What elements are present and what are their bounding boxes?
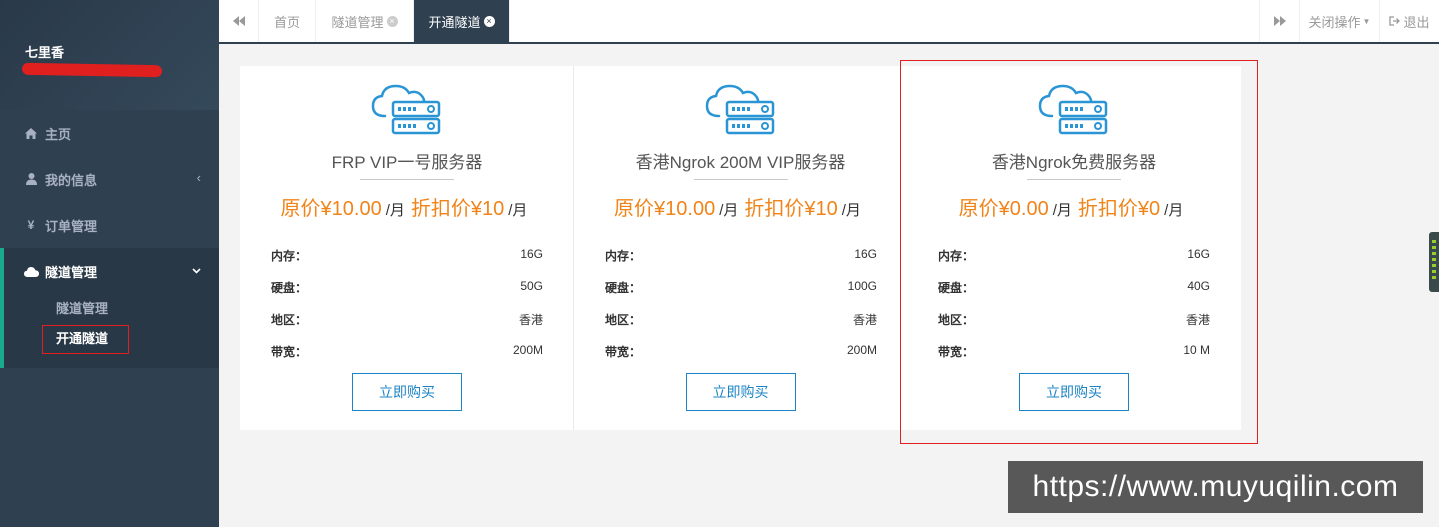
sidebar-group-tunnels: 隧道管理 隧道管理 开通隧道 — [0, 248, 219, 368]
logout-label: 退出 — [1403, 14, 1430, 30]
tab-tunnel-management[interactable]: 隧道管理 × — [316, 0, 414, 42]
sidebar-subitem-tunnel-management[interactable]: 隧道管理 — [4, 294, 219, 324]
price-unit: /月 — [385, 202, 405, 219]
price-unit: /月 — [841, 202, 861, 219]
spec-value: 50G — [520, 279, 543, 293]
price-line: 原价¥10.00/月 折扣价¥10/月 — [240, 192, 574, 221]
sidebar-item-tunnel-management[interactable]: 隧道管理 — [4, 248, 219, 294]
spec-row-bandwidth: 带宽： 200M — [605, 343, 877, 363]
cloud-icon — [23, 266, 39, 277]
original-price: 原价¥10.00 — [614, 198, 716, 220]
spec-label: 带宽： — [271, 345, 308, 359]
spec-row-memory: 内存： 16G — [605, 247, 877, 267]
price-line: 原价¥10.00/月 折扣价¥10/月 — [574, 192, 907, 221]
tab-open-tunnel[interactable]: 开通隧道 × — [414, 0, 510, 42]
spec-value: 200M — [512, 343, 543, 357]
spec-row-disk: 硬盘： 100G — [605, 279, 877, 299]
server-name: 香港Ngrok 200M VIP服务器 — [635, 153, 846, 172]
spec-row-region: 地区： 香港 — [271, 311, 543, 331]
divider — [360, 179, 454, 180]
spec-label: 地区： — [271, 313, 308, 327]
price-unit: /月 — [719, 202, 739, 219]
cloud-server-icon — [371, 84, 441, 135]
tab-bar: 首页 隧道管理 × 开通隧道 × 关闭操作 ▼ 退出 — [219, 0, 1439, 44]
tab-label: 隧道管理 — [331, 14, 384, 30]
sidebar-subitem-open-tunnel[interactable]: 开通隧道 — [4, 324, 219, 354]
spec-label: 内存： — [605, 249, 642, 263]
cloud-server-icon — [705, 84, 774, 135]
server-card: 香港Ngrok 200M VIP服务器 原价¥10.00/月 折扣价¥10/月 内… — [573, 66, 907, 430]
close-operations-dropdown[interactable]: 关闭操作 ▼ — [1299, 0, 1379, 42]
spec-label: 地区： — [605, 313, 642, 327]
redaction-mark — [21, 62, 163, 78]
spec-value: 200M — [846, 343, 877, 357]
user-icon — [23, 173, 39, 185]
spec-row-region: 地区： 香港 — [605, 311, 877, 331]
side-widget-handle[interactable] — [1429, 232, 1439, 292]
chevron-left-icon: ‹ — [196, 170, 201, 185]
tab-home[interactable]: 首页 — [259, 0, 316, 42]
price-unit: /月 — [508, 202, 528, 219]
dropdown-label: 关闭操作 — [1308, 14, 1361, 30]
chevron-down-icon — [192, 262, 201, 277]
sidebar-item-my-info[interactable]: 我的信息 ‹ — [0, 156, 219, 202]
double-chevron-right-icon — [1273, 14, 1286, 29]
spec-value: 香港 — [852, 313, 877, 327]
caret-down-icon: ▼ — [1362, 16, 1371, 26]
logout-button[interactable]: 退出 — [1379, 0, 1439, 42]
server-card: FRP VIP一号服务器 原价¥10.00/月 折扣价¥10/月 内存： 16G 硬… — [240, 66, 574, 430]
sidebar-item-label: 隧道管理 — [45, 264, 98, 280]
highlight-box — [900, 60, 1258, 444]
close-tab-icon[interactable]: × — [483, 15, 495, 27]
sidebar-item-label: 订单管理 — [45, 218, 98, 234]
tab-scroll-left-button[interactable] — [219, 0, 259, 42]
username[interactable]: 七里香 — [25, 42, 219, 61]
spec-row-memory: 内存： 16G — [271, 247, 543, 267]
tab-scroll-right-button[interactable] — [1259, 0, 1299, 42]
tab-label: 首页 — [273, 14, 300, 30]
spec-label: 内存： — [271, 249, 308, 263]
discount-price: 折扣价¥10 — [744, 198, 838, 220]
user-profile: 七里香 — [0, 0, 219, 110]
double-chevron-left-icon — [232, 14, 245, 29]
watermark: https://www.muyuqilin.com — [1008, 461, 1423, 513]
home-icon — [23, 127, 39, 139]
spec-label: 带宽： — [605, 345, 642, 359]
buy-now-button[interactable]: 立即购买 — [352, 373, 462, 411]
spec-label: 硬盘： — [605, 281, 642, 295]
tab-label: 开通隧道 — [428, 14, 481, 30]
sidebar-item-orders[interactable]: ¥ 订单管理 — [0, 202, 219, 248]
original-price: 原价¥10.00 — [280, 198, 382, 220]
sidebar: 七里香 主页 我的信息 ‹ ¥ 订单管理 隧道管理 隧道管理 开通隧道 — [0, 0, 219, 527]
yen-icon: ¥ — [27, 218, 35, 232]
spec-value: 100G — [847, 279, 877, 293]
spec-value: 香港 — [518, 313, 543, 327]
sign-out-icon — [1389, 14, 1401, 29]
sidebar-item-home[interactable]: 主页 — [0, 110, 219, 156]
close-tab-icon[interactable]: × — [386, 15, 398, 27]
sidebar-item-label: 我的信息 — [45, 172, 98, 188]
divider — [693, 179, 788, 180]
discount-price: 折扣价¥10 — [410, 198, 505, 220]
spec-value: 16G — [854, 247, 877, 261]
spec-row-bandwidth: 带宽： 200M — [271, 343, 543, 363]
buy-now-button[interactable]: 立即购买 — [685, 373, 796, 411]
spec-value: 16G — [520, 247, 543, 261]
server-name: FRP VIP一号服务器 — [331, 153, 483, 172]
highlight-box — [42, 325, 129, 354]
spec-row-disk: 硬盘： 50G — [271, 279, 543, 299]
spec-label: 硬盘： — [271, 281, 308, 295]
sidebar-item-label: 主页 — [45, 126, 72, 142]
